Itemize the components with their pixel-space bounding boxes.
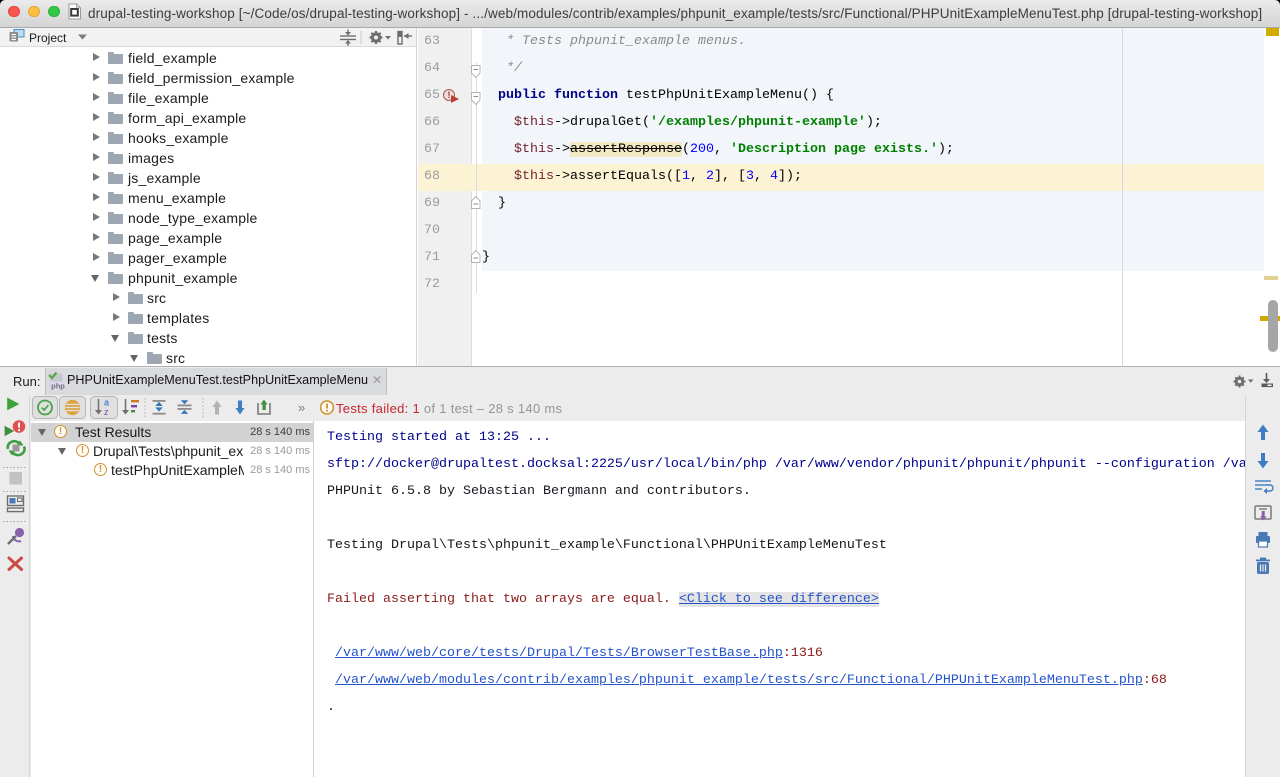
svg-text:a: a [104, 398, 109, 408]
svg-text:»: » [298, 400, 305, 415]
svg-text:z: z [104, 407, 109, 417]
svg-text:php: php [51, 382, 65, 391]
